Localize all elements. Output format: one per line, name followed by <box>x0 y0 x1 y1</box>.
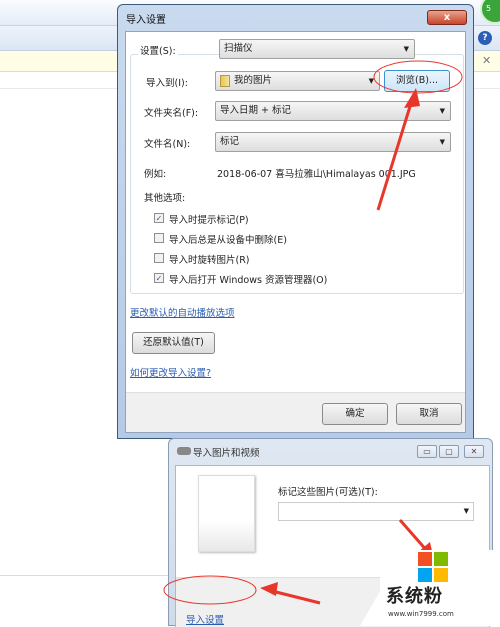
tag-label: 标记这些图片(可选)(T): <box>278 487 378 498</box>
checkbox-unchecked-icon[interactable] <box>154 253 164 263</box>
chevron-down-icon: ▼ <box>439 138 445 146</box>
option-label: 导入时旋转图片(R) <box>169 255 250 266</box>
folder-name-label: 文件夹名(F): <box>144 108 199 119</box>
watermark-brand: 系统粉 <box>386 586 443 607</box>
checkbox-checked-icon[interactable]: ✓ <box>154 273 164 283</box>
cancel-button[interactable]: 取消 <box>396 403 462 425</box>
autoplay-options-link[interactable]: 更改默认的自动播放选项 <box>130 305 235 319</box>
browse-button[interactable]: 浏览(B)... <box>384 70 450 92</box>
dialog-footer: 确定 取消 <box>126 392 465 432</box>
chevron-down-icon: ▼ <box>463 507 469 515</box>
folder-icon <box>220 75 230 87</box>
option-label: 导入后总是从设备中删除(E) <box>169 235 287 246</box>
tag-input[interactable]: ▼ <box>278 502 474 521</box>
import-settings-link[interactable]: 导入设置 <box>186 612 224 626</box>
picture-thumbnail <box>198 475 255 552</box>
logo-tile-yellow <box>434 568 448 582</box>
logo-tile-red <box>418 552 432 566</box>
file-name-label: 文件名(N): <box>144 139 191 150</box>
option-label: 导入后打开 Windows 资源管理器(O) <box>169 275 328 286</box>
import-to-label: 导入到(I): <box>146 78 188 89</box>
window-title: 导入图片和视频 <box>193 448 260 459</box>
checkbox-unchecked-icon[interactable] <box>154 233 164 243</box>
settings-label: 设置(S): <box>138 43 178 57</box>
ok-button[interactable]: 确定 <box>322 403 388 425</box>
maximize-button[interactable]: ▢ <box>439 445 459 458</box>
how-to-change-link[interactable]: 如何更改导入设置? <box>130 365 211 379</box>
example-value: 2018-06-07 喜马拉雅山\Himalayas 001.JPG <box>217 169 416 180</box>
help-icon[interactable]: ? <box>478 31 492 45</box>
watermark-url: www.win7999.com <box>388 610 454 618</box>
settings-value: 扫描仪 <box>224 43 253 54</box>
dialog-client: 设置(S): 扫描仪 ▼ 导入到(I): 我的图片 ▼ 浏览(B)... 文件夹名(… <box>125 31 466 433</box>
chevron-down-icon: ▼ <box>403 45 409 53</box>
file-name-value: 标记 <box>220 136 240 147</box>
close-button[interactable]: x <box>427 10 467 25</box>
import-settings-dialog: 导入设置 x 设置(S): 扫描仪 ▼ 导入到(I): 我的图片 ▼ 浏览(B)..… <box>117 4 474 439</box>
minimize-button[interactable]: ▭ <box>417 445 437 458</box>
info-bar-close-icon[interactable]: ✕ <box>482 54 491 67</box>
file-name-dropdown[interactable]: 标记 ▼ <box>215 132 451 152</box>
logo-tile-blue <box>418 568 432 582</box>
camera-icon <box>177 447 191 455</box>
chevron-down-icon: ▼ <box>368 77 374 85</box>
watermark-logo: 系统粉 www.win7999.com <box>380 550 500 626</box>
settings-dropdown[interactable]: 扫描仪 ▼ <box>219 39 415 59</box>
folder-name-value: 导入日期 + 标记 <box>220 105 291 116</box>
chevron-down-icon: ▼ <box>439 107 445 115</box>
option-label: 导入时提示标记(P) <box>169 215 249 226</box>
divider <box>0 575 170 576</box>
import-to-value: 我的图片 <box>234 75 273 86</box>
import-to-dropdown[interactable]: 我的图片 ▼ <box>215 71 380 91</box>
restore-defaults-button[interactable]: 还原默认值(T) <box>132 332 215 354</box>
close-button[interactable]: ✕ <box>464 445 484 458</box>
dialog-title: 导入设置 <box>126 15 166 26</box>
folder-name-dropdown[interactable]: 导入日期 + 标记 ▼ <box>215 101 451 121</box>
other-options-label: 其他选项: <box>144 193 186 204</box>
example-label: 例如: <box>144 169 167 180</box>
checkbox-checked-icon[interactable]: ✓ <box>154 213 164 223</box>
logo-tile-green <box>434 552 448 566</box>
